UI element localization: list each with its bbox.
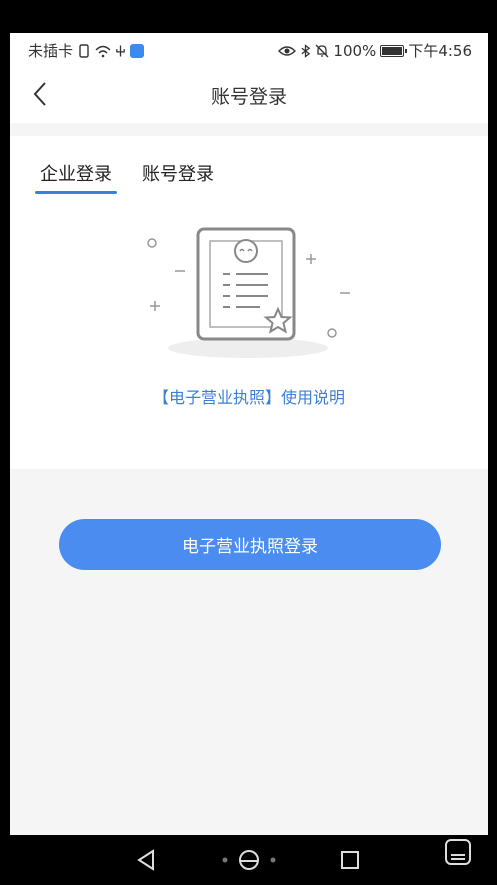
eye-icon — [278, 45, 297, 56]
license-login-button[interactable]: 电子营业执照登录 — [59, 519, 441, 570]
recents-square-icon[interactable] — [340, 850, 360, 870]
home-icon[interactable] — [220, 849, 278, 871]
app-screen: 未插卡 100% 下午4:56 账号登录 企业登录 账号登录 【电子营业执照】使… — [10, 33, 488, 835]
status-left: 未插卡 — [28, 40, 145, 61]
floating-dock-icon[interactable] — [444, 838, 472, 866]
status-bar: 未插卡 100% 下午4:56 — [10, 33, 488, 65]
bluetooth-icon — [301, 43, 311, 58]
page-title: 账号登录 — [210, 86, 287, 108]
login-card: 企业登录 账号登录 【电子营业执照】使用说明 — [10, 136, 488, 469]
system-nav-bar — [0, 835, 497, 885]
carrier-text: 未插卡 — [28, 42, 74, 60]
tab-account-login[interactable]: 账号登录 — [142, 160, 214, 194]
mute-bell-icon — [315, 44, 329, 57]
battery-icon — [380, 44, 408, 57]
status-right: 100% 下午4:56 — [278, 40, 472, 61]
license-instructions-link[interactable]: 【电子营业执照】使用说明 — [10, 384, 488, 408]
usb-icon — [116, 45, 125, 56]
wifi-icon — [95, 45, 111, 57]
tab-enterprise-login[interactable]: 企业登录 — [35, 160, 117, 194]
back-triangle-icon[interactable] — [136, 849, 156, 871]
login-tabs: 企业登录 账号登录 — [35, 160, 214, 194]
nav-bar: 账号登录 — [10, 65, 488, 123]
battery-fill — [382, 46, 403, 55]
sim-icon — [79, 43, 89, 58]
battery-percent: 100% — [333, 41, 377, 60]
app-notification-icon — [130, 43, 145, 58]
license-document-icon — [147, 227, 350, 358]
clock-text: 下午4:56 — [408, 42, 472, 60]
